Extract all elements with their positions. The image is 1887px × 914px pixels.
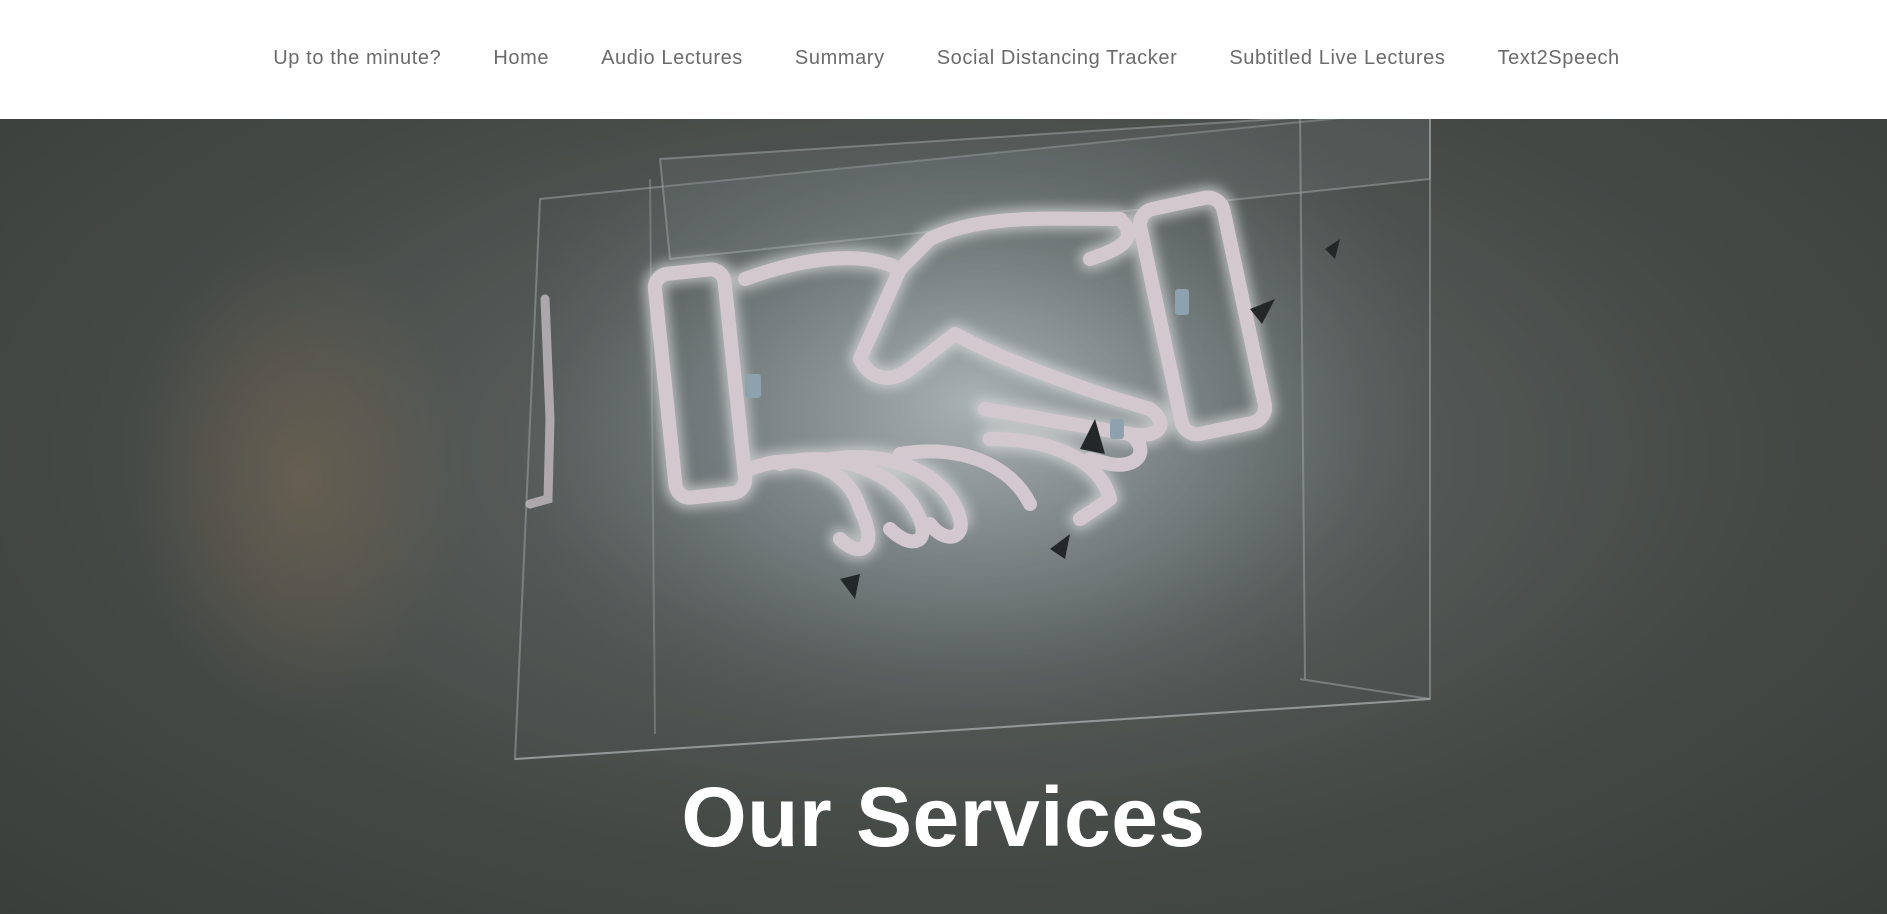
nav-item-home[interactable]: Home: [493, 47, 549, 70]
nav-item-text2speech[interactable]: Text2Speech: [1498, 47, 1620, 70]
nav-item-social-distancing-tracker[interactable]: Social Distancing Tracker: [937, 47, 1178, 70]
nav-item-up-to-the-minute[interactable]: Up to the minute?: [273, 47, 441, 70]
hero-banner: Our Services: [0, 119, 1887, 914]
nav-menu: Up to the minute? Home Audio Lectures Su…: [273, 47, 1620, 70]
top-navigation-bar: Up to the minute? Home Audio Lectures Su…: [0, 0, 1887, 119]
nav-item-audio-lectures[interactable]: Audio Lectures: [601, 47, 743, 70]
nav-item-summary[interactable]: Summary: [795, 47, 885, 70]
page-title: Our Services: [681, 770, 1206, 864]
nav-item-subtitled-live-lectures[interactable]: Subtitled Live Lectures: [1229, 47, 1445, 70]
